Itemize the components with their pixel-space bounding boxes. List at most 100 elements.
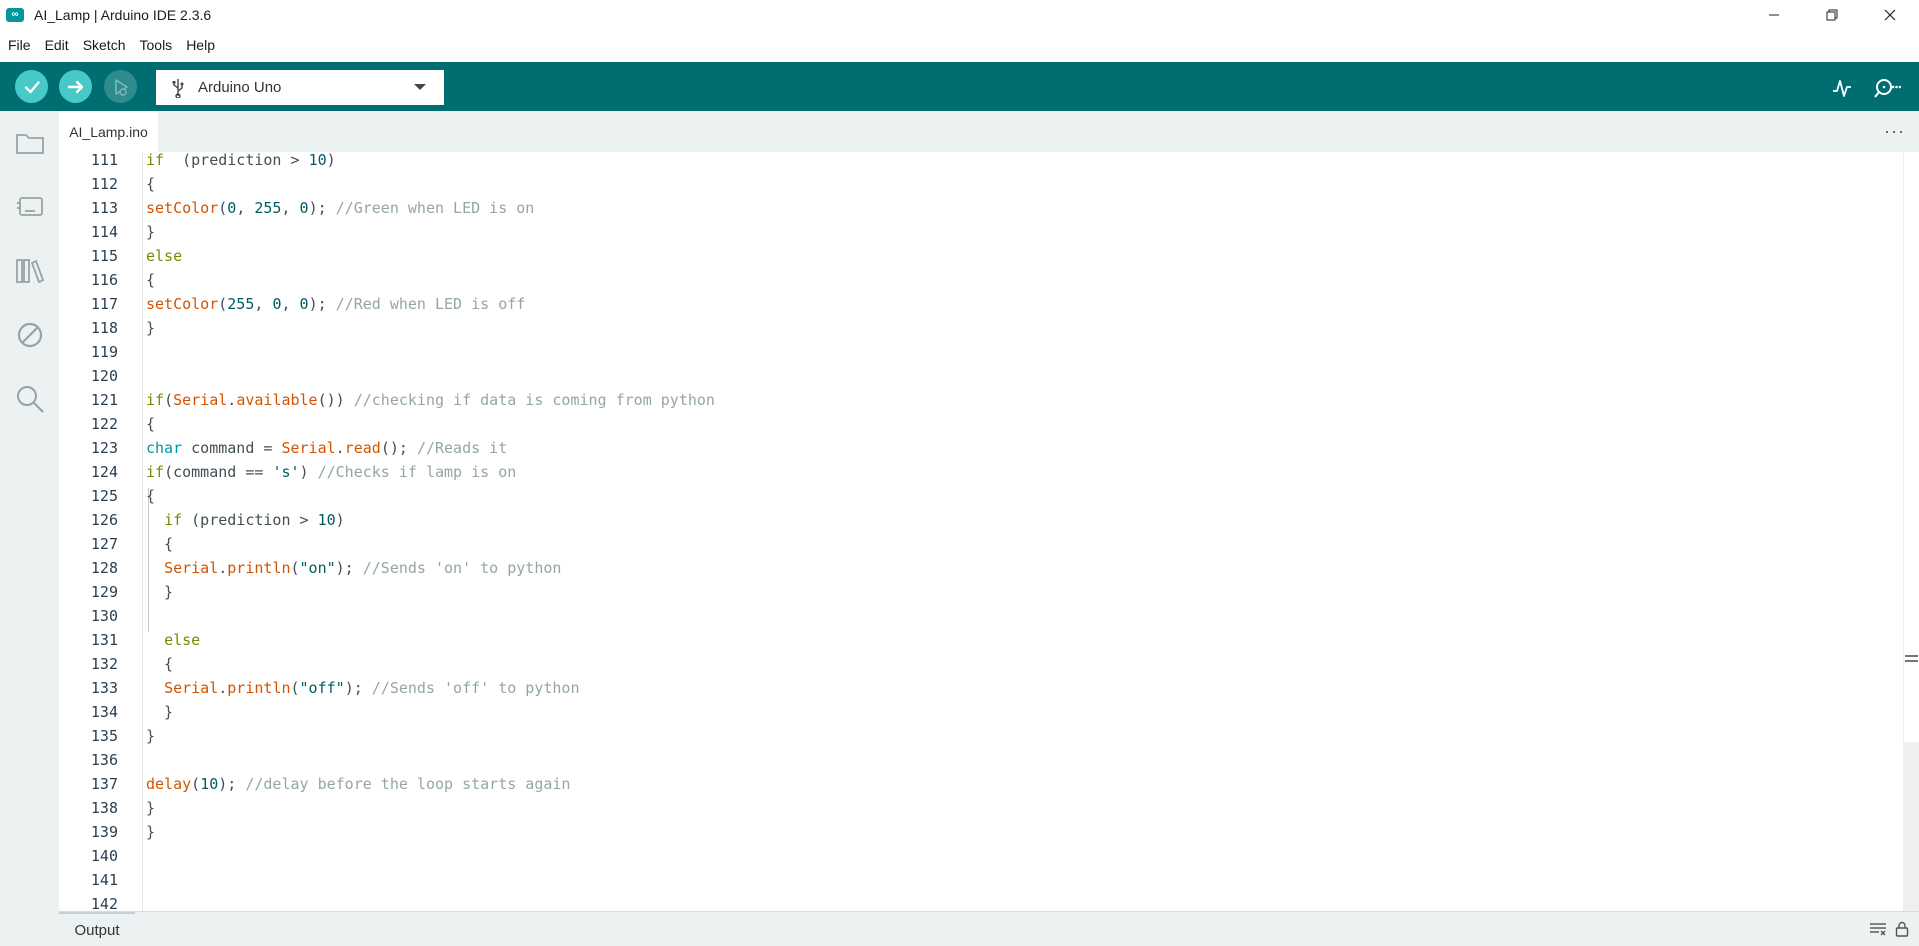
output-tab[interactable]: Output xyxy=(59,912,135,946)
code-line[interactable]: delay(10); //delay before the loop start… xyxy=(146,772,570,796)
serial-monitor-button[interactable] xyxy=(1873,74,1901,102)
code-line[interactable]: } xyxy=(146,724,155,748)
line-number: 138 xyxy=(90,799,118,817)
code-token: ( xyxy=(191,775,201,793)
line-number: 122 xyxy=(90,415,118,433)
line-number: 131 xyxy=(90,631,118,649)
code-line[interactable]: Serial.println("on"); //Sends 'on' to py… xyxy=(146,556,561,580)
line-number: 142 xyxy=(90,895,118,911)
code-token: command = xyxy=(182,439,282,457)
code-line[interactable]: if(Serial.available()) //checking if dat… xyxy=(146,388,715,412)
code-token: { xyxy=(146,175,156,193)
code-line[interactable]: if (prediction > 10) xyxy=(146,152,336,172)
code-line[interactable]: { xyxy=(146,412,155,436)
restore-icon xyxy=(1826,9,1838,20)
menu-help[interactable]: Help xyxy=(179,29,222,62)
folder-icon[interactable] xyxy=(12,125,48,161)
code-token: . xyxy=(335,439,345,457)
menu-edit[interactable]: Edit xyxy=(38,29,76,62)
line-number: 129 xyxy=(90,583,118,601)
usb-icon xyxy=(170,78,186,98)
code-line[interactable]: setColor(0, 255, 0); //Green when LED is… xyxy=(146,196,534,220)
code-line[interactable]: } xyxy=(146,700,173,724)
code-line[interactable]: { xyxy=(146,532,173,556)
code-line[interactable]: } xyxy=(146,820,155,844)
code-line[interactable]: { xyxy=(146,172,155,196)
code-token: read xyxy=(344,439,381,457)
line-number: 127 xyxy=(90,535,118,553)
upload-button[interactable] xyxy=(59,70,92,103)
code-line[interactable]: char command = Serial.read(); //Reads it xyxy=(146,436,507,460)
scrollbar-thumb[interactable] xyxy=(1903,742,1919,911)
code-line[interactable]: if(command == 's') //Checks if lamp is o… xyxy=(146,460,516,484)
code-token: ()) xyxy=(317,391,354,409)
code-token: . xyxy=(218,679,228,697)
code-line[interactable]: if (prediction > 10) xyxy=(146,508,345,532)
line-number: 114 xyxy=(90,223,118,241)
code-line[interactable]: } xyxy=(146,580,173,604)
code-line[interactable]: else xyxy=(146,628,200,652)
line-number: 113 xyxy=(90,199,118,217)
code-line[interactable]: } xyxy=(146,316,155,340)
plotter-icon xyxy=(1833,80,1851,97)
line-number: 118 xyxy=(90,319,118,337)
menu-bar: File Edit Sketch Tools Help xyxy=(0,29,1919,62)
scrollbar-marker xyxy=(1905,660,1918,662)
restore-button[interactable] xyxy=(1803,0,1861,29)
code-token: 255 xyxy=(227,295,255,313)
line-number: 120 xyxy=(90,367,118,385)
lock-icon[interactable] xyxy=(1895,921,1909,937)
code-token: 10 xyxy=(317,511,336,529)
code-token: setColor xyxy=(146,199,219,217)
code-token: ) xyxy=(299,463,318,481)
code-token: else xyxy=(164,631,201,649)
code-token: ( xyxy=(164,391,174,409)
toolbar: Arduino Uno xyxy=(0,62,1919,111)
code-token: //Sends 'on' to python xyxy=(362,559,562,577)
code-token: . xyxy=(218,559,228,577)
code-line[interactable]: } xyxy=(146,220,155,244)
line-number: 115 xyxy=(90,247,118,265)
minimize-button[interactable] xyxy=(1745,0,1803,29)
code-token: (prediction > xyxy=(164,152,309,169)
library-icon[interactable] xyxy=(12,253,48,289)
menu-tools[interactable]: Tools xyxy=(133,29,180,62)
code-area[interactable]: if (prediction > 10){setColor(0, 255, 0)… xyxy=(146,152,1886,911)
code-line[interactable]: { xyxy=(146,484,155,508)
code-line[interactable]: Serial.println("off"); //Sends 'off' to … xyxy=(146,676,580,700)
code-token: ( xyxy=(218,199,228,217)
code-token: ( xyxy=(290,679,300,697)
code-token: //Sends 'off' to python xyxy=(371,679,580,697)
code-line[interactable]: setColor(255, 0, 0); //Red when LED is o… xyxy=(146,292,525,316)
close-button[interactable] xyxy=(1861,0,1919,29)
verify-button[interactable] xyxy=(15,70,48,103)
code-token: { xyxy=(146,535,174,553)
board-selector[interactable]: Arduino Uno xyxy=(156,70,444,105)
code-token: } xyxy=(146,823,156,841)
menu-file[interactable]: File xyxy=(0,29,38,62)
code-token: ( xyxy=(290,559,300,577)
clear-output-icon[interactable] xyxy=(1869,921,1887,937)
board-icon[interactable] xyxy=(12,189,48,225)
line-number-gutter: 111 112 113 114 115 116 117 118 119 120 121 122 123 1… xyxy=(59,152,143,911)
line-number: 111 xyxy=(90,152,118,169)
code-token: //Red when LED is off xyxy=(335,295,526,313)
serial-monitor-icon xyxy=(1874,79,1901,98)
code-line[interactable]: { xyxy=(146,268,155,292)
search-icon[interactable] xyxy=(12,381,48,417)
code-line[interactable]: else xyxy=(146,244,182,268)
debug-button[interactable] xyxy=(104,70,137,103)
menu-sketch[interactable]: Sketch xyxy=(76,29,133,62)
code-line[interactable]: { xyxy=(146,652,173,676)
code-editor[interactable]: 111 112 113 114 115 116 117 118 119 120 121 122 123 1… xyxy=(59,152,1919,911)
code-token: if xyxy=(146,391,165,409)
window-title: AI_Lamp | Arduino IDE 2.3.6 xyxy=(34,6,212,23)
code-line[interactable]: } xyxy=(146,796,155,820)
more-options-icon[interactable]: ··· xyxy=(1884,121,1905,142)
code-token: 255 xyxy=(254,199,282,217)
serial-plotter-button[interactable] xyxy=(1828,74,1856,102)
debug-icon[interactable] xyxy=(12,317,48,353)
tab-ai-lamp-ino[interactable]: AI_Lamp.ino xyxy=(59,111,158,152)
vertical-scrollbar[interactable] xyxy=(1903,152,1919,911)
